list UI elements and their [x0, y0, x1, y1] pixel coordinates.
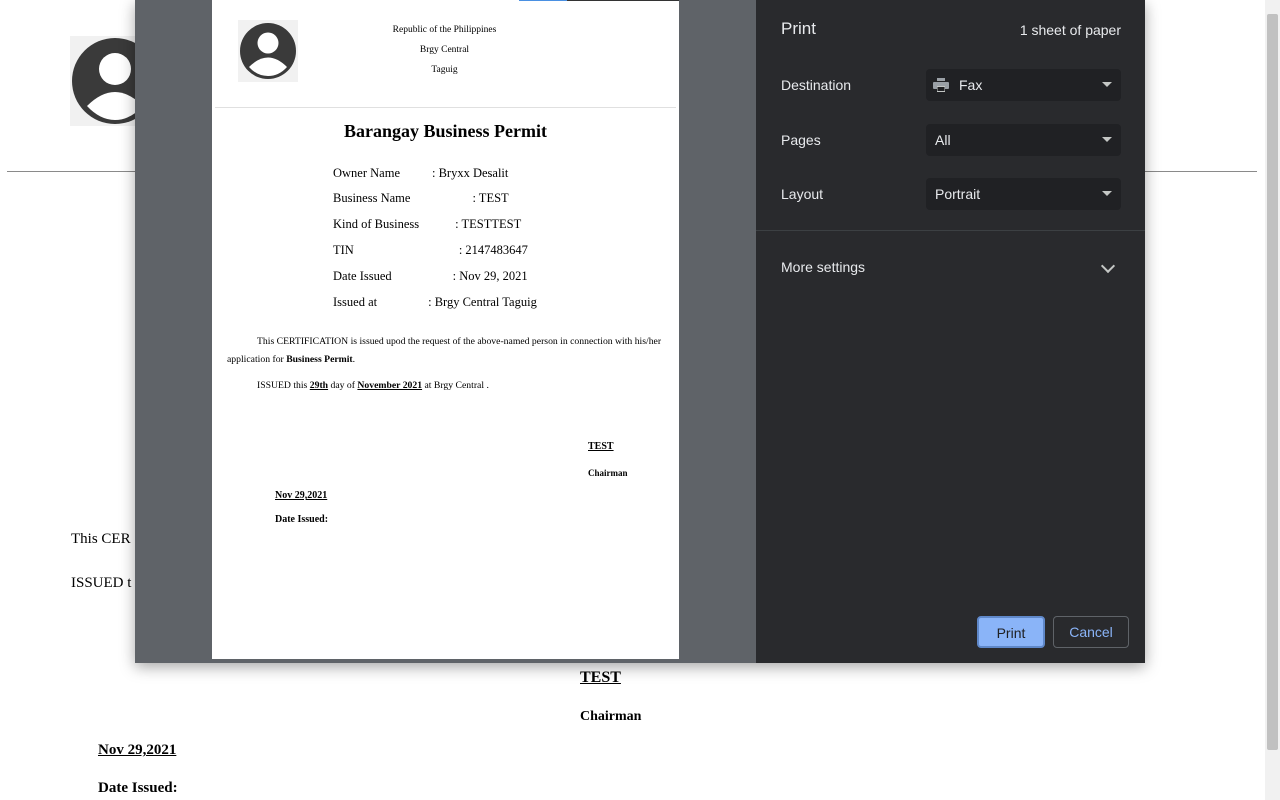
scrollbar-thumb[interactable]: [1267, 14, 1278, 750]
field-label: TIN: [333, 243, 354, 257]
issued-place: at Brgy Central .: [422, 380, 489, 391]
issued-statement: ISSUED this 29th day of November 2021 at…: [257, 380, 489, 391]
print-dialog: Republic of the Philippines Brgy Central…: [135, 0, 1145, 663]
field-value: : TEST: [472, 191, 509, 205]
issue-date: Nov 29,2021: [275, 490, 328, 501]
field-value: : Bryxx Desalit: [432, 166, 509, 180]
settings-separator: [756, 230, 1145, 231]
page-scrollbar[interactable]: [1265, 0, 1280, 800]
cancel-button[interactable]: Cancel: [1053, 616, 1129, 648]
document-title: Barangay Business Permit: [343, 121, 547, 141]
field-label: Kind of Business: [333, 217, 420, 231]
pages-label: Pages: [781, 132, 821, 148]
preview-divider: [215, 107, 676, 108]
certification-purpose: Business Permit: [286, 354, 353, 365]
preview-avatar-image: [238, 20, 298, 82]
field-label: Issued at: [333, 295, 378, 309]
background-signatory-title: Chairman: [580, 709, 642, 724]
background-date: Nov 29,2021: [98, 742, 177, 758]
field-owner-name: Owner Name : Bryxx Desalit: [333, 166, 508, 181]
field-issued-at: Issued at : Brgy Central Taguig: [333, 295, 537, 310]
field-kind-of-business: Kind of Business : TESTTEST: [333, 217, 521, 232]
issued-text-mid: day of: [328, 380, 358, 391]
field-value: : TESTTEST: [455, 217, 522, 231]
field-date-issued: Date Issued : Nov 29, 2021: [333, 269, 528, 284]
header-line-city: Taguig: [431, 65, 458, 75]
field-label: Business Name: [333, 191, 411, 205]
issued-day: 29th: [309, 380, 329, 391]
preview-top-line-accent: [519, 0, 567, 1]
chevron-down-icon: [1102, 137, 1112, 142]
pages-value: All: [935, 132, 951, 148]
chevron-down-icon: [1100, 258, 1116, 274]
field-label: Date Issued: [333, 269, 392, 283]
destination-label: Destination: [781, 77, 852, 93]
chevron-down-icon: [1102, 82, 1112, 87]
field-value: : 2147483647: [458, 243, 528, 257]
background-date-label: Date Issued:: [98, 780, 178, 796]
header-line-barangay: Brgy Central: [419, 45, 470, 55]
print-preview-area: Republic of the Philippines Brgy Central…: [135, 0, 756, 663]
print-settings-panel: Print 1 sheet of paper Destination Fax P…: [756, 0, 1145, 663]
background-certification-text: This CER: [71, 531, 131, 547]
printer-icon: [933, 78, 949, 92]
preview-header: Republic of the Philippines Brgy Central…: [352, 20, 537, 80]
field-value: : Nov 29, 2021: [452, 269, 528, 283]
preview-page: Republic of the Philippines Brgy Central…: [212, 0, 679, 659]
print-button[interactable]: Print: [977, 616, 1045, 648]
certification-end: .: [352, 354, 356, 365]
destination-value: Fax: [959, 77, 983, 93]
issue-date-label: Date Issued:: [275, 514, 329, 525]
field-business-name: Business Name : TEST: [333, 191, 509, 206]
signatory-title: Chairman: [588, 468, 628, 478]
more-settings-toggle[interactable]: More settings: [756, 250, 1145, 284]
field-label: Owner Name: [333, 166, 400, 180]
signatory-name: TEST: [588, 441, 614, 452]
issued-month: November 2021: [357, 380, 423, 391]
field-value: : Brgy Central Taguig: [428, 295, 537, 309]
background-issued-text: ISSUED t: [71, 575, 132, 591]
layout-label: Layout: [781, 186, 824, 202]
field-tin: TIN : 2147483647: [333, 243, 528, 258]
layout-select[interactable]: Portrait: [926, 178, 1121, 210]
issued-text: ISSUED this: [257, 380, 310, 391]
background-signatory-name: TEST: [580, 669, 621, 686]
layout-value: Portrait: [935, 186, 981, 202]
header-line-country: Republic of the Philippines: [392, 25, 497, 35]
certification-paragraph: This CERTIFICATION is issued upod the re…: [227, 333, 667, 369]
chevron-down-icon: [1102, 191, 1112, 196]
sheet-count: 1 sheet of paper: [1019, 22, 1121, 38]
pages-select[interactable]: All: [926, 124, 1121, 156]
destination-select[interactable]: Fax: [926, 69, 1121, 101]
print-dialog-title: Print: [781, 19, 816, 38]
more-settings-label: More settings: [781, 259, 866, 275]
